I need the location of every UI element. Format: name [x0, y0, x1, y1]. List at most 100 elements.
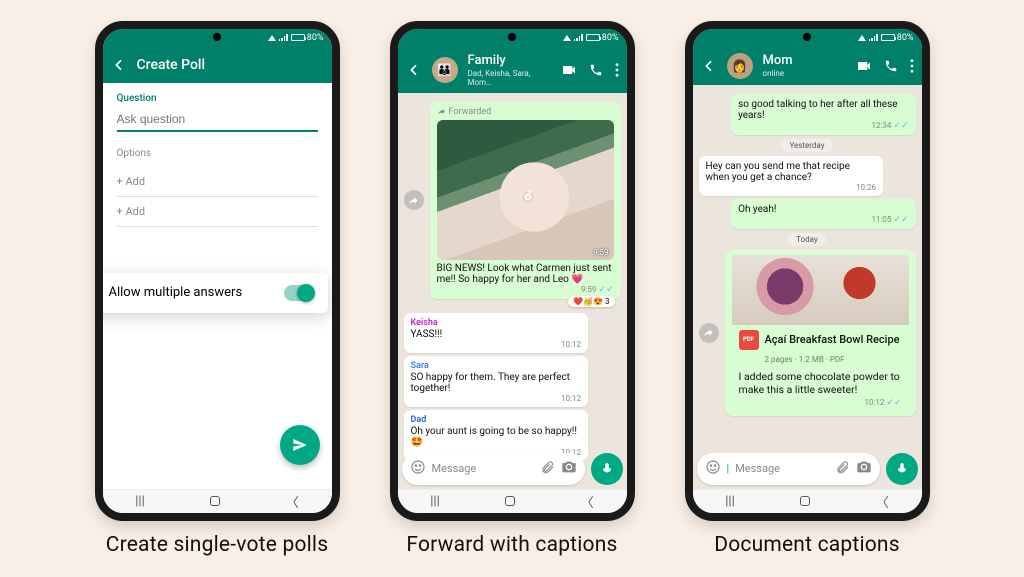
voice-call-icon[interactable]	[589, 63, 603, 77]
nav-home-icon[interactable]	[210, 496, 220, 506]
emoji-icon[interactable]	[705, 459, 721, 478]
sender-name: Sara	[411, 361, 581, 371]
nav-recents-icon[interactable]: |||	[135, 494, 145, 509]
document-title: Açaí Breakfast Bowl Recipe	[765, 333, 900, 346]
signal-icon	[279, 34, 288, 41]
nav-back-icon[interactable]: 〈	[876, 492, 889, 511]
incoming-message[interactable]: Hey can you send me that recipe when you…	[699, 156, 883, 196]
sender-name: Keisha	[411, 318, 581, 328]
android-navbar: ||| 〈	[398, 489, 627, 513]
emoji-icon[interactable]	[410, 459, 426, 478]
nav-back-icon[interactable]: 〈	[286, 492, 299, 511]
message-text: Oh yeah!	[738, 204, 776, 215]
send-poll-button[interactable]	[280, 425, 320, 465]
camera-icon[interactable]	[856, 459, 872, 478]
wifi-icon	[268, 35, 276, 41]
message-time: 10:12✓✓	[738, 398, 909, 412]
message-text: SO happy for them. They are perfect toge…	[411, 372, 581, 394]
attach-icon[interactable]	[835, 460, 850, 478]
nav-home-icon[interactable]	[505, 496, 515, 506]
outgoing-message[interactable]: so good talking to her after all these y…	[731, 94, 915, 135]
wifi-icon	[858, 35, 866, 41]
read-ticks-icon: ✓✓	[598, 285, 613, 295]
forwarded-label: Forwarded	[437, 107, 614, 117]
message-text: Oh your aunt is going to be so happy!! 🤩	[411, 426, 581, 448]
reactions-pill[interactable]: ❤️🥳😍 3	[568, 296, 614, 307]
caption-2: Forward with captions	[390, 533, 635, 557]
date-separator: Today	[788, 233, 826, 246]
caption-1: Create single-vote polls	[95, 533, 340, 557]
sender-name: Dad	[411, 415, 581, 425]
android-navbar: ||| 〈	[103, 489, 332, 513]
chat-subtitle: online	[763, 69, 846, 78]
read-ticks-icon: ✓✓	[893, 215, 908, 225]
input-placeholder: Message	[735, 462, 828, 475]
options-label: Options	[117, 148, 318, 159]
voice-call-icon[interactable]	[884, 59, 898, 73]
poll-body: Question Options + Add + Add Allow multi…	[103, 83, 332, 489]
document-thumbnail	[732, 255, 909, 325]
attach-icon[interactable]	[540, 460, 555, 478]
voice-record-button[interactable]	[886, 453, 918, 485]
forward-share-icon[interactable]	[404, 190, 424, 210]
video-call-icon[interactable]	[856, 58, 872, 74]
chat-body: so good talking to her after all these y…	[693, 85, 922, 489]
chat-header[interactable]: 👪 Family Dad, Keisha, Sara, Mom…	[398, 47, 627, 93]
poll-title: Create Poll	[137, 57, 324, 73]
forwarded-image-message[interactable]: Forwarded 9:59 BIG NEWS! Look what Carme…	[430, 102, 621, 299]
caption-3: Document captions	[685, 533, 930, 557]
message-input-bar: | Message	[697, 453, 918, 485]
battery-indicator: 80%	[586, 33, 619, 43]
camera-hole	[508, 33, 516, 41]
message-input[interactable]: | Message	[697, 453, 880, 485]
pdf-icon: PDF	[739, 330, 759, 350]
camera-hole	[803, 33, 811, 41]
multiple-answers-row: Allow multiple answers	[103, 273, 328, 313]
document-caption: I added some chocolate powder to make th…	[732, 367, 909, 398]
date-separator: Yesterday	[781, 139, 832, 152]
video-call-icon[interactable]	[561, 62, 577, 78]
message-input[interactable]: Message	[402, 453, 585, 485]
incoming-message[interactable]: SaraSO happy for them. They are perfect …	[404, 356, 588, 407]
multiple-answers-toggle[interactable]	[284, 285, 314, 301]
read-ticks-icon: ✓✓	[893, 121, 908, 131]
nav-back-icon[interactable]: 〈	[581, 492, 594, 511]
outgoing-message[interactable]: Oh yeah!11:05✓✓	[731, 199, 915, 229]
nav-home-icon[interactable]	[800, 496, 810, 506]
signal-icon	[869, 34, 878, 41]
back-arrow-icon[interactable]	[406, 62, 422, 78]
chat-header[interactable]: 👩 Mom online	[693, 47, 922, 85]
message-time: 11:05✓✓	[744, 215, 908, 225]
chat-title: Family	[468, 53, 551, 68]
chat-subtitle: Dad, Keisha, Sara, Mom…	[468, 69, 551, 87]
add-option-2[interactable]: + Add	[117, 197, 318, 227]
document-message[interactable]: PDFAçaí Breakfast Bowl Recipe2 pages · 1…	[725, 250, 916, 416]
message-time: 10:12	[417, 340, 581, 349]
camera-icon[interactable]	[561, 459, 577, 478]
incoming-message[interactable]: KeishaYASS!!!10:12	[404, 313, 588, 353]
back-arrow-icon[interactable]	[701, 58, 717, 74]
more-menu-icon[interactable]	[910, 59, 914, 73]
chat-title: Mom	[763, 53, 846, 68]
voice-record-button[interactable]	[591, 453, 623, 485]
back-arrow-icon[interactable]	[111, 57, 127, 73]
add-option-1[interactable]: + Add	[117, 167, 318, 197]
message-time: 12:34✓✓	[744, 121, 908, 131]
camera-hole	[213, 33, 221, 41]
message-text: YASS!!!	[411, 329, 581, 340]
forward-share-icon[interactable]	[699, 323, 719, 343]
wifi-icon	[563, 35, 571, 41]
contact-avatar[interactable]: 👩	[727, 53, 753, 79]
message-time: 10:12	[417, 394, 581, 403]
nav-recents-icon[interactable]: |||	[430, 494, 440, 509]
battery-percent: 80%	[307, 33, 324, 43]
message-text: so good talking to her after all these y…	[738, 99, 897, 121]
message-time: 10:26	[712, 183, 876, 192]
input-placeholder: Message	[432, 462, 534, 475]
question-input[interactable]	[117, 108, 318, 132]
phone-mom-chat: 80% 👩 Mom online so good talking to her …	[685, 21, 930, 521]
more-menu-icon[interactable]	[615, 63, 619, 77]
nav-recents-icon[interactable]: |||	[725, 494, 735, 509]
ring-photo[interactable]: 9:59	[437, 120, 614, 260]
group-avatar[interactable]: 👪	[432, 57, 458, 83]
